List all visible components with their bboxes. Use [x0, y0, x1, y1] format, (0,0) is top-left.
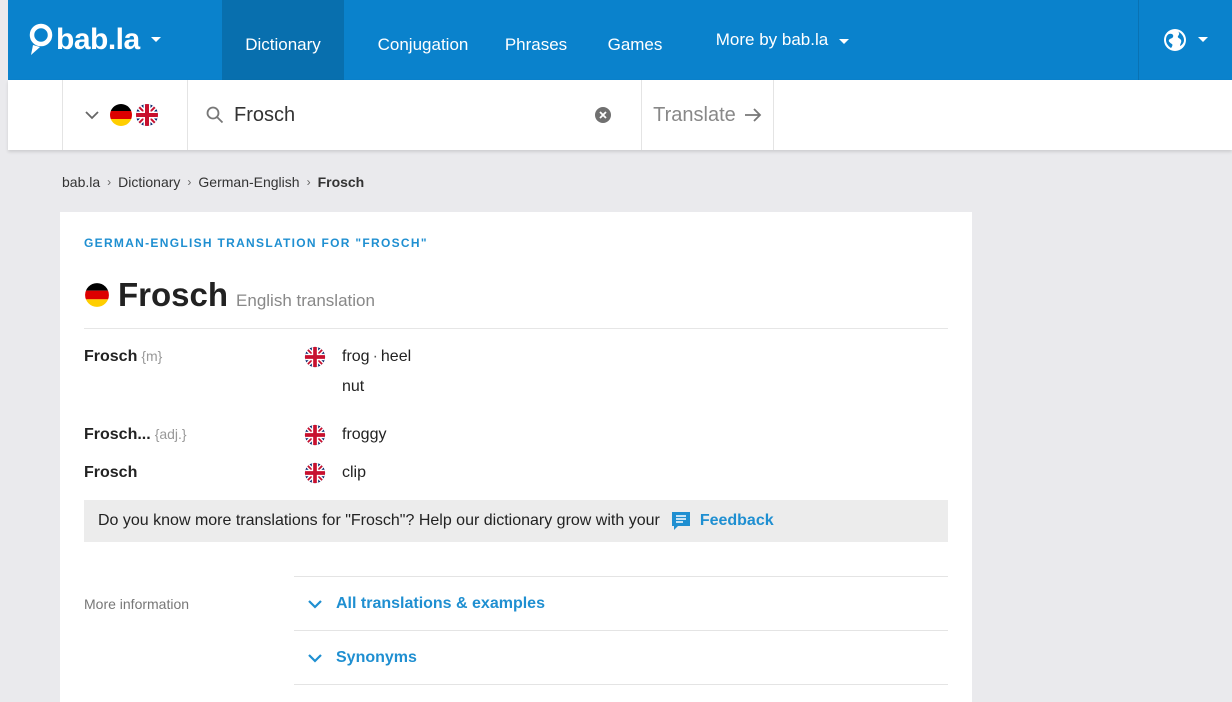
breadcrumb: bab.la › Dictionary › German-English › F… — [62, 174, 364, 190]
uk-flag-icon — [304, 346, 326, 368]
translate-button[interactable]: Translate — [642, 80, 774, 150]
arrow-right-icon — [744, 108, 762, 122]
translation-words: clip — [342, 464, 366, 482]
feedback-prompt: Do you know more translations for "Frosc… — [84, 500, 948, 542]
logo-menu[interactable]: bab.la — [28, 22, 162, 58]
translation-word[interactable]: nut — [342, 378, 364, 395]
nav-conjugation[interactable]: Conjugation — [358, 0, 488, 80]
breadcrumb-separator: › — [306, 175, 311, 189]
caret-down-icon — [839, 39, 850, 44]
word-separator: · — [372, 348, 378, 365]
comment-icon — [671, 512, 690, 530]
nav-games[interactable]: Games — [596, 0, 674, 80]
chevron-down-icon — [308, 653, 322, 663]
language-pair-selector[interactable] — [62, 80, 188, 150]
breadcrumb-current: Frosch — [317, 174, 365, 190]
search-input[interactable] — [234, 103, 594, 127]
breadcrumb-dictionary[interactable]: Dictionary — [118, 174, 180, 190]
uk-flag-icon — [304, 462, 326, 484]
synonyms-link[interactable]: Synonyms — [308, 649, 417, 667]
nav-dictionary[interactable]: Dictionary — [222, 0, 344, 80]
feedback-text: Do you know more translations for "Frosc… — [98, 512, 660, 529]
caret-down-icon — [150, 37, 161, 42]
all-translations-link[interactable]: All translations & examples — [308, 595, 545, 613]
translation-word[interactable]: heel — [381, 348, 411, 365]
source-term: Frosch... {adj.} — [84, 426, 187, 443]
chevron-down-icon — [308, 599, 322, 609]
uk-flag-icon — [304, 424, 326, 446]
translation-words: frog · heel nut — [342, 348, 411, 396]
breadcrumb-german-english[interactable]: German-English — [198, 174, 299, 190]
translation-word[interactable]: froggy — [342, 426, 386, 443]
entry-word: Frosch — [118, 276, 229, 313]
german-flag-icon — [110, 104, 132, 126]
divider — [294, 576, 948, 577]
section-heading: GERMAN-ENGLISH TRANSLATION FOR "FROSCH" — [84, 236, 428, 250]
translation-word[interactable]: clip — [342, 464, 366, 481]
entry-title: Frosch English translation — [84, 276, 375, 314]
translation-word[interactable]: frog — [342, 348, 370, 365]
translation-card: GERMAN-ENGLISH TRANSLATION FOR "FROSCH" … — [60, 212, 972, 702]
grammar-tag: {adj.} — [154, 426, 187, 442]
german-flag-icon — [85, 283, 109, 307]
entry-subtitle: English translation — [236, 291, 375, 310]
breadcrumb-separator: › — [187, 175, 192, 189]
globe-icon — [1163, 29, 1186, 51]
clear-search-icon[interactable] — [595, 107, 611, 123]
more-information-label: More information — [84, 596, 190, 612]
logo-pin-icon — [29, 23, 53, 55]
nav-more-by-babla[interactable]: More by bab.la — [694, 0, 872, 80]
caret-down-icon — [1197, 37, 1208, 42]
divider — [294, 684, 948, 685]
source-term: Frosch — [84, 464, 138, 481]
search-icon — [206, 106, 224, 124]
logo-text: bab.la — [56, 23, 140, 56]
translation-words: froggy — [342, 426, 386, 444]
divider — [294, 630, 948, 631]
breadcrumb-separator: › — [107, 175, 112, 189]
translate-label: Translate — [653, 103, 736, 126]
source-term: Frosch {m} — [84, 348, 163, 365]
search-bar: Translate — [8, 80, 1232, 150]
uk-flag-icon — [136, 104, 158, 126]
grammar-tag: {m} — [141, 348, 163, 364]
nav-phrases[interactable]: Phrases — [494, 0, 578, 80]
divider — [84, 328, 948, 329]
breadcrumb-babla[interactable]: bab.la — [62, 174, 100, 190]
search-field-wrapper — [188, 80, 642, 150]
feedback-link[interactable]: Feedback — [670, 510, 774, 532]
top-navigation-bar: bab.la Dictionary Conjugation Phrases Ga… — [8, 0, 1232, 80]
chevron-down-icon — [85, 110, 99, 119]
language-menu[interactable] — [1138, 0, 1232, 80]
